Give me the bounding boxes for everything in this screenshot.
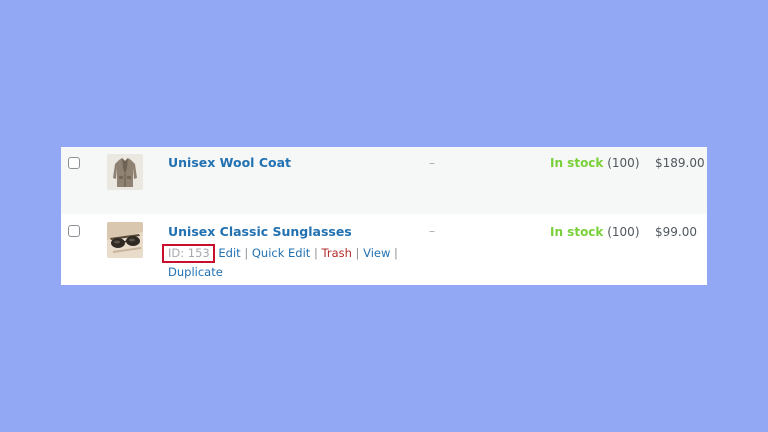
in-stock-label: In stock — [550, 156, 604, 170]
edit-link[interactable]: Edit — [218, 246, 240, 260]
in-stock-label: In stock — [550, 225, 604, 239]
stock-status: In stock (100) — [550, 156, 640, 170]
price-value: $99.00 — [655, 225, 697, 239]
separator: | — [394, 246, 398, 260]
separator: | — [244, 246, 249, 260]
separator: | — [313, 246, 318, 260]
separator: | — [355, 246, 360, 260]
row-select-checkbox[interactable] — [68, 157, 80, 169]
product-name-link[interactable]: Unisex Wool Coat — [168, 155, 291, 170]
sku-value: – — [429, 156, 435, 170]
stock-quantity: (100) — [607, 156, 640, 170]
sku-value: – — [429, 224, 435, 238]
quick-edit-link[interactable]: Quick Edit — [252, 246, 310, 260]
row-actions: ID: 153 Edit | Quick Edit | Trash | View… — [162, 244, 398, 281]
product-name-link[interactable]: Unisex Classic Sunglasses — [168, 224, 352, 239]
price-value: $189.00 — [655, 156, 705, 170]
table-row: Unisex Classic Sunglasses ID: 153 Edit |… — [61, 214, 707, 285]
products-table: Unisex Wool Coat – In stock (100) $189.0… — [61, 147, 707, 285]
wool-coat-thumbnail[interactable] — [107, 154, 143, 190]
view-link[interactable]: View — [363, 246, 390, 260]
table-row: Unisex Wool Coat – In stock (100) $189.0… — [61, 147, 707, 214]
product-id-label: ID: 153 — [162, 244, 215, 263]
stock-status: In stock (100) — [550, 225, 640, 239]
trash-link[interactable]: Trash — [322, 246, 352, 260]
row-select-checkbox[interactable] — [68, 225, 80, 237]
stock-quantity: (100) — [607, 225, 640, 239]
sunglasses-thumbnail[interactable] — [107, 222, 143, 258]
duplicate-link[interactable]: Duplicate — [168, 265, 223, 279]
